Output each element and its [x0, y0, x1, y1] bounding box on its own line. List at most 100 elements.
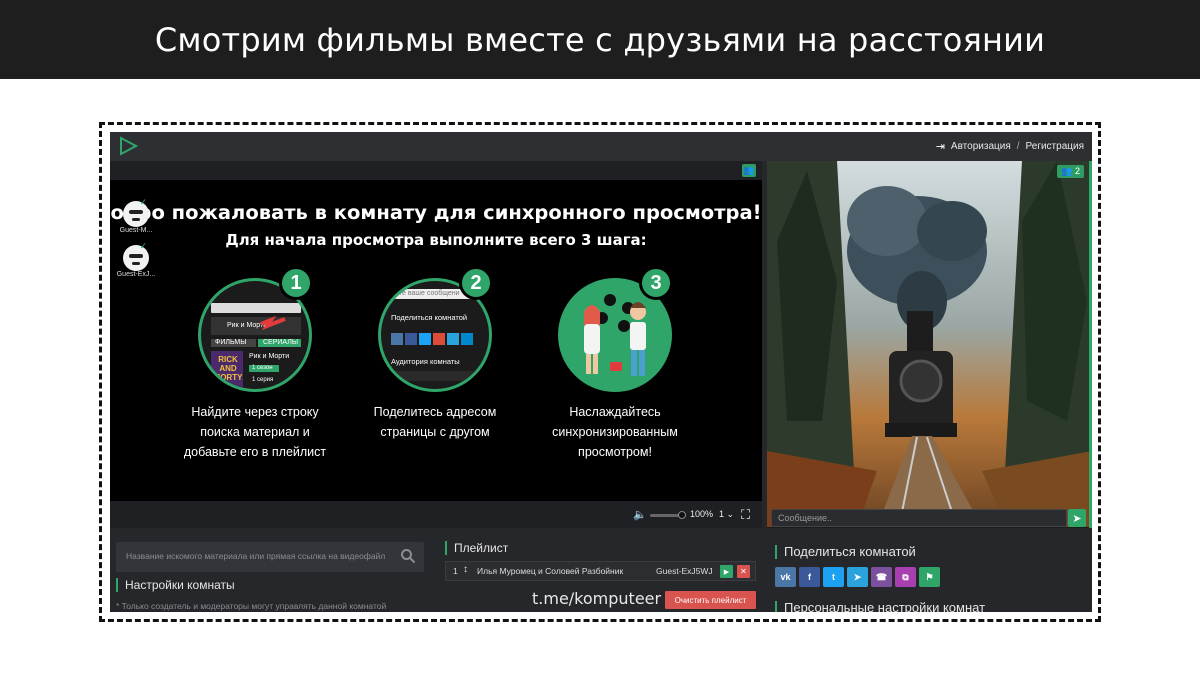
mini-audience-label: Аудитория комнаты — [391, 357, 460, 366]
viewer-count: 2 — [1074, 166, 1080, 176]
viewer-count-badge[interactable]: 👥 2 — [1057, 165, 1084, 178]
auth-separator: / — [1016, 141, 1020, 152]
webcam-video[interactable]: 👥 2 — [767, 161, 1092, 528]
page-banner: Смотрим фильмы вместе с друзьями на расс… — [0, 0, 1200, 79]
clear-playlist-button[interactable]: Очистить плейлист — [665, 591, 756, 609]
users-icon: 👥 — [1061, 166, 1073, 176]
mini-poster-title: RICK AND MORTY — [213, 355, 243, 382]
anonymous-mask-icon: ✓ — [123, 241, 149, 271]
register-link[interactable]: Регистрация — [1026, 141, 1084, 152]
welcome-title: обро пожаловать в комнату для синхронног… — [110, 201, 762, 224]
mini-season: 1 сезон — [252, 365, 273, 371]
playlist-item-name: Илья Муромец и Соловей Разбойник — [477, 566, 624, 576]
step-text-line: Поделитесь адресом — [373, 405, 497, 419]
auth-links: ⇥ Авторизация / Регистрация — [936, 140, 1084, 153]
chat-message-input[interactable]: Сообщение.. — [771, 509, 1067, 527]
player-controls: 🔈 100% 1 ⌄ ⛶ — [110, 501, 762, 528]
step-text-line: Наслаждайтесь — [569, 405, 661, 419]
room-settings-note: * Только создатель и модераторы могут уп… — [116, 601, 387, 611]
guest-name: Guest-ExJ... — [116, 271, 156, 278]
fullscreen-icon[interactable]: ⛶ — [741, 507, 750, 523]
player-header: 👥 — [110, 161, 762, 180]
viber-icon[interactable]: ☎ — [871, 567, 892, 587]
step-1: Рик и Морти ФИЛЬМЫ СЕРИАЛЫ RICK AND MORT… — [170, 266, 340, 462]
guest-avatar[interactable]: ✓ Guest-ExJ... — [116, 241, 156, 278]
step-2: ите ваше сообщени Поделиться комнатой Ау… — [350, 266, 520, 442]
pointer-arrow-icon — [260, 315, 286, 331]
search-box: Название искомого материала или прямая с… — [116, 542, 424, 572]
personal-settings-title: Персональные настройки комнат — [775, 601, 985, 612]
drag-handle-icon[interactable]: ↕ — [463, 564, 468, 575]
chevron-down-icon: ⌄ — [726, 509, 735, 519]
train-scene-image — [767, 161, 1092, 527]
delete-item-button[interactable]: ✕ — [737, 565, 750, 578]
mini-share-label: Поделиться комнатой — [391, 313, 468, 322]
send-icon[interactable]: ➤ — [1068, 509, 1086, 527]
step-2-text: Поделитесь адресом страницы с другом — [350, 402, 520, 442]
mini-telegram-icon — [447, 333, 459, 345]
mini-episode: 1 серия — [252, 377, 274, 383]
speed-select[interactable]: 1 ⌄ — [719, 509, 734, 520]
share-buttons: vk f t ➤ ☎ ⧉ ⚑ — [775, 567, 940, 587]
room-settings-title: Настройки комнаты — [116, 578, 235, 592]
logo-play-icon[interactable] — [118, 136, 138, 156]
zoom-level[interactable]: 100% — [690, 509, 713, 519]
bookmark-icon[interactable]: ⚑ — [919, 567, 940, 587]
mini-audience-row — [391, 371, 481, 381]
login-icon: ⇥ — [935, 141, 945, 153]
vk-icon[interactable]: vk — [775, 567, 796, 587]
copy-icon[interactable]: ⧉ — [895, 567, 916, 587]
volume-icon[interactable]: 🔈 — [633, 508, 647, 521]
watermark: t.me/komputeer — [532, 589, 662, 608]
mini-sub-item: Рик и Морти — [249, 353, 290, 360]
mini-share-icons — [391, 333, 473, 345]
step-1-text: Найдите через строку поиска материал и д… — [170, 402, 340, 462]
step-3: 3 Наслаждайтесь синхронизированным просм… — [530, 266, 700, 462]
step-text-line: Найдите через строку — [191, 405, 319, 419]
search-input[interactable]: Название искомого материала или прямая с… — [126, 551, 396, 561]
step-number: 3 — [639, 266, 673, 300]
step-text-line: добавьте его в плейлист — [183, 445, 327, 459]
top-bar: ⇥ Авторизация / Регистрация — [110, 132, 1092, 161]
step-number: 1 — [279, 266, 313, 300]
play-item-button[interactable]: ▶ — [720, 565, 733, 578]
app-window: ⇥ Авторизация / Регистрация 👥 обро пожал… — [110, 132, 1092, 612]
online-check-icon: ✓ — [139, 241, 147, 251]
playlist-item[interactable]: 1 ↕ Илья Муромец и Соловей Разбойник Gue… — [445, 561, 756, 581]
video-player[interactable]: 👥 обро пожаловать в комнату для синхронн… — [110, 161, 762, 528]
anonymous-mask-icon: ✓ — [123, 197, 149, 227]
share-room-title: Поделиться комнатой — [775, 545, 916, 559]
volume-slider-handle[interactable] — [678, 511, 686, 519]
mini-twitter-icon — [419, 333, 431, 345]
playlist-item-user: Guest-ExJ5WJ — [656, 566, 713, 576]
step-3-text: Наслаждайтесь синхронизированным просмот… — [530, 402, 700, 462]
mini-tab-films: ФИЛЬМЫ — [215, 339, 247, 346]
screenshot-frame: ⇥ Авторизация / Регистрация 👥 обро пожал… — [99, 122, 1101, 622]
mini-mail-icon — [461, 333, 473, 345]
telegram-icon[interactable]: ➤ — [847, 567, 868, 587]
playlist-title: Плейлист — [445, 541, 508, 555]
playlist-item-index: 1 — [453, 566, 458, 576]
online-check-icon: ✓ — [139, 197, 147, 207]
login-link[interactable]: Авторизация — [951, 141, 1011, 152]
mini-tab-series: СЕРИАЛЫ — [263, 339, 299, 346]
mini-vk-icon — [391, 333, 403, 345]
search-icon[interactable] — [400, 548, 416, 564]
twitter-icon[interactable]: t — [823, 567, 844, 587]
step-number: 2 — [459, 266, 493, 300]
mini-player-bar — [211, 303, 301, 313]
banner-title: Смотрим фильмы вместе с друзьями на расс… — [154, 20, 1046, 59]
guest-avatar[interactable]: ✓ Guest-M... — [116, 197, 156, 234]
step-text-line: страницы с другом — [380, 425, 490, 439]
step-text-line: синхронизированным — [552, 425, 678, 439]
chat-row: Сообщение.. ➤ — [767, 509, 1092, 529]
room-users-icon[interactable]: 👥 — [742, 164, 756, 177]
mini-facebook-icon — [405, 333, 417, 345]
welcome-subtitle: Для начала просмотра выполните всего 3 ш… — [225, 231, 647, 249]
mini-google-icon — [433, 333, 445, 345]
step-text-line: поиска материал и — [200, 425, 310, 439]
facebook-icon[interactable]: f — [799, 567, 820, 587]
mini-placeholder: ите ваше сообщени — [395, 290, 460, 297]
guest-name: Guest-M... — [119, 227, 153, 234]
speed-value: 1 — [719, 509, 725, 519]
